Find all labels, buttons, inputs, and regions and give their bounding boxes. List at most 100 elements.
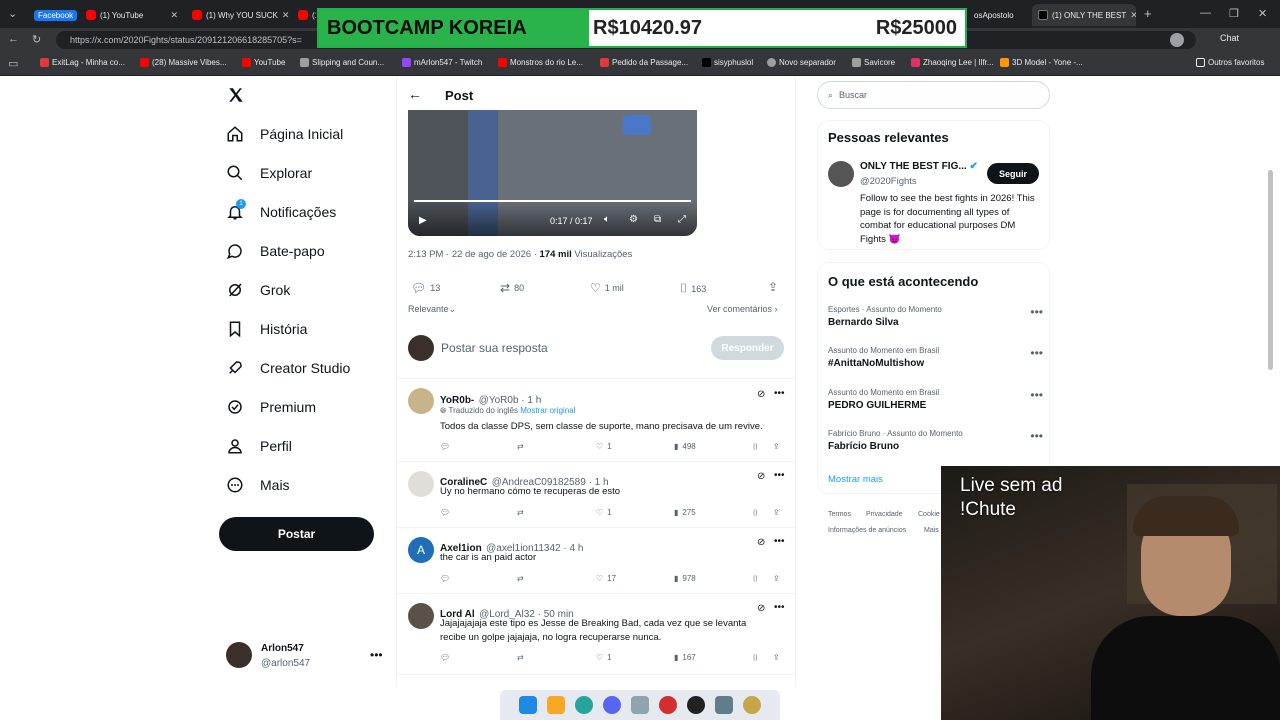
app-icon[interactable] [631, 696, 649, 714]
bookmark-item[interactable]: Monstros do rio Le... [498, 58, 583, 67]
tab-youtube-2[interactable]: (1) Why YOU SUCK ✕ [186, 4, 290, 26]
bookmark-action[interactable]: ⌷ 163 [680, 281, 706, 296]
show-more-link[interactable]: Mostrar mais [828, 474, 883, 485]
reply-item[interactable]: CoralineC @AndreaC09182589 · 1 h ⊘ ••• U… [397, 463, 796, 528]
window-close-icon[interactable]: ✕ [1258, 7, 1267, 20]
windows-start-icon[interactable] [519, 696, 537, 714]
video-player[interactable]: ▶ 0:17 / 0:17 🔈︎ ⚙ ⧉ ⤢ [408, 110, 697, 236]
follow-button[interactable]: Seguir [987, 163, 1039, 184]
footer-link[interactable]: Privacidade [866, 511, 903, 518]
tab-youtube[interactable]: (1) YouTube ✕ [80, 4, 184, 26]
play-icon[interactable]: ▶ [419, 215, 427, 226]
new-tab-icon[interactable]: + [1144, 6, 1152, 21]
app-icon[interactable] [659, 696, 677, 714]
share-icon[interactable]: ⇪ [773, 574, 780, 583]
avatar[interactable] [828, 161, 854, 187]
chat-button[interactable]: Chat [1220, 33, 1239, 43]
footer-link[interactable]: Mais [924, 527, 939, 534]
person-name[interactable]: ONLY THE BEST FIG... ✔ [860, 161, 978, 172]
post-button[interactable]: Postar [219, 517, 374, 551]
tab-other[interactable]: osApostolo [968, 4, 1030, 26]
tab-list-icon[interactable]: ⌄ [8, 7, 17, 20]
back-icon[interactable]: ← [8, 33, 19, 45]
scrollbar[interactable] [1268, 170, 1273, 370]
share-icon[interactable]: ⇪ [773, 442, 780, 451]
like-action[interactable]: ♡ 1 [596, 508, 612, 517]
bookmark-item[interactable]: YouTube [242, 58, 285, 67]
nav-creator-studio[interactable]: Creator Studio [226, 359, 350, 377]
fullscreen-icon[interactable]: ⤢ [678, 214, 686, 225]
bookmark-item[interactable]: mArlon547 - Twitch [402, 58, 482, 67]
bookmark-icon[interactable]: ⌷ [753, 653, 758, 663]
profile-avatar[interactable] [1170, 33, 1184, 47]
bookmark-item[interactable]: sisyphuslol [702, 58, 753, 67]
more-icon[interactable]: ••• [1030, 346, 1043, 360]
nav-home[interactable]: Página Inicial [226, 125, 343, 143]
repost-icon[interactable]: ⇄ [517, 508, 524, 517]
bookmark-item[interactable]: Savicore [852, 58, 895, 67]
bookmark-item[interactable]: (28) Massive Vibes... [140, 58, 227, 67]
bookmark-item[interactable]: Pedido da Passage... [600, 58, 688, 67]
nav-history[interactable]: História [226, 320, 307, 338]
more-icon[interactable]: ••• [774, 602, 785, 613]
settings-icon[interactable]: ⚙ [629, 214, 638, 225]
more-icon[interactable]: ••• [774, 470, 785, 481]
bookmark-item[interactable]: Slipping and Coun... [300, 58, 384, 67]
repost-icon[interactable]: ⇄ [517, 442, 524, 451]
volume-icon[interactable]: 🔈︎ [604, 214, 610, 225]
share-action[interactable]: ⇪ [768, 280, 778, 294]
trend-item[interactable]: Assunto do Momento em Brasil #AnittaNoMu… [828, 346, 1043, 369]
reply-icon[interactable]: 💬︎ [440, 653, 450, 662]
obs-icon[interactable] [687, 696, 705, 714]
footer-link[interactable]: Termos [828, 511, 851, 518]
repost-action[interactable]: ⇄ 80 [500, 281, 524, 295]
restore-icon[interactable]: ❐ [1229, 7, 1239, 20]
more-icon[interactable]: ••• [1030, 388, 1043, 402]
league-icon[interactable] [743, 696, 761, 714]
calculator-icon[interactable] [715, 696, 733, 714]
more-icon[interactable]: ••• [370, 648, 383, 662]
reply-item[interactable]: YoR0b- @YoR0b · 1 h ⊘ ••• 🌐︎ Traduzido d… [397, 380, 796, 462]
grok-icon[interactable]: ⊘ [757, 389, 765, 400]
reply-submit-button[interactable]: Responder [711, 336, 784, 360]
repost-icon[interactable]: ⇄ [517, 574, 524, 583]
reply-action[interactable]: 💬︎ 13 [411, 281, 440, 295]
show-original-link[interactable]: Mostrar original [520, 406, 575, 415]
bookmark-icon[interactable]: ⌷ [753, 574, 758, 584]
bookmark-item[interactable]: Novo separador [767, 58, 836, 67]
grok-icon[interactable]: ⊘ [757, 471, 765, 482]
nav-premium[interactable]: Premium [226, 398, 316, 416]
back-arrow-icon[interactable]: ← [408, 86, 422, 102]
tab-facebook[interactable]: Facebook [28, 4, 78, 26]
bookmark-item[interactable]: 3D Model - Yone -... [1000, 58, 1083, 67]
nav-chat[interactable]: Bate-papo [226, 242, 325, 260]
reply-icon[interactable]: 💬︎ [440, 508, 450, 517]
close-icon[interactable]: ✕ [1130, 10, 1136, 21]
trend-item[interactable]: Fabrício Bruno · Assunto do Momento Fabr… [828, 429, 1043, 452]
nav-explore[interactable]: Explorar [226, 164, 312, 182]
trend-item[interactable]: Esportes · Assunto do Momento Bernardo S… [828, 305, 1043, 328]
reload-icon[interactable]: ↻ [32, 33, 41, 46]
close-icon[interactable]: ✕ [170, 10, 178, 21]
minimize-icon[interactable]: — [1200, 7, 1211, 19]
reply-input[interactable]: Postar sua resposta [441, 341, 548, 355]
nav-grok[interactable]: Grok [226, 281, 290, 299]
views-action[interactable]: ▮ 978 [674, 574, 696, 583]
grok-icon[interactable]: ⊘ [757, 537, 765, 548]
nav-profile[interactable]: Perfil [226, 437, 292, 455]
pip-icon[interactable]: ⧉ [654, 214, 661, 225]
tab-x-active[interactable]: (1) ONLY THE BEST ✕ [1032, 4, 1136, 26]
x-logo-icon[interactable] [227, 86, 245, 104]
repost-icon[interactable]: ⇄ [517, 653, 524, 662]
like-action[interactable]: ♡ 1 [596, 653, 612, 662]
search-input[interactable]: ⌕ Buscar [817, 81, 1050, 109]
footer-link[interactable]: Cookie [918, 511, 940, 518]
bookmark-item[interactable]: Zhaoqing Lee | Ilfr... [911, 58, 994, 67]
tab-youtube-3[interactable]: (1 [292, 4, 316, 26]
like-action[interactable]: ♡ 1 mil [590, 281, 624, 295]
file-explorer-icon[interactable] [547, 696, 565, 714]
nav-notifications[interactable]: 1 Notificações [226, 199, 336, 221]
more-icon[interactable]: ••• [1030, 429, 1043, 443]
share-icon[interactable]: ⇪ [773, 508, 780, 517]
views-action[interactable]: ▮ 498 [674, 442, 696, 451]
